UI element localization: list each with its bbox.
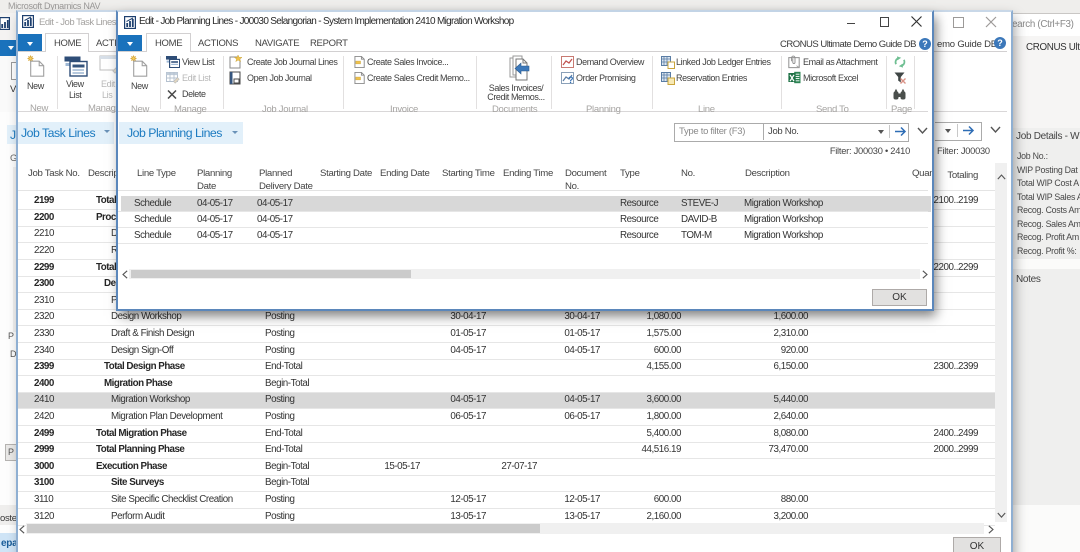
svg-text:?: ? — [568, 75, 574, 84]
